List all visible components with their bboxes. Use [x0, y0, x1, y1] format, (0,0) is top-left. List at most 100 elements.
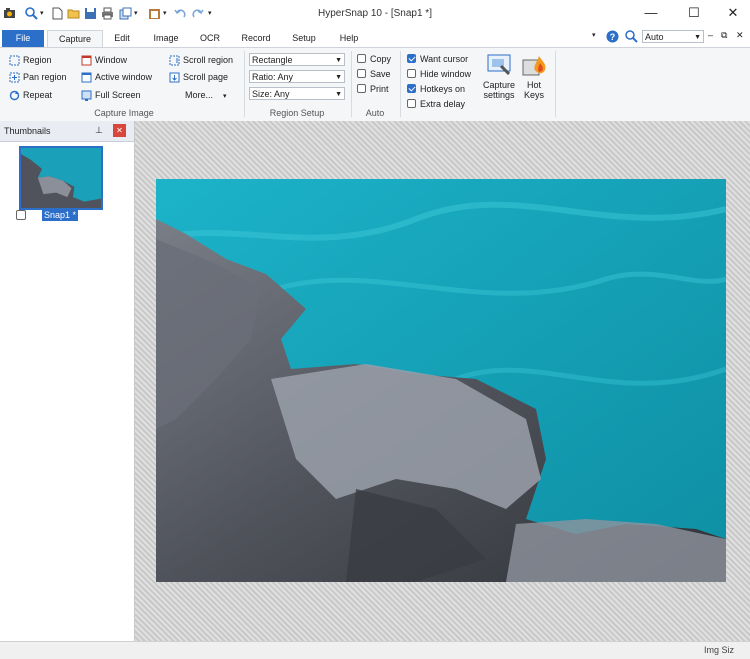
region-button[interactable]: Region — [9, 53, 52, 67]
active-window-icon — [81, 72, 92, 83]
region-shape-select[interactable]: Rectangle ▼ — [249, 53, 345, 66]
chevron-down-icon: ▼ — [335, 57, 342, 64]
help-icon[interactable]: ? — [606, 30, 619, 45]
window-button[interactable]: Window — [81, 53, 127, 67]
capture-settings-button[interactable]: Capture settings — [479, 52, 519, 100]
checkbox-box — [357, 69, 366, 79]
region-icon — [9, 55, 20, 66]
image-canvas-area[interactable] — [135, 121, 750, 641]
group-label-auto: Auto — [365, 108, 385, 118]
full-screen-button[interactable]: Full Screen — [81, 88, 141, 102]
tab-capture[interactable]: Capture — [47, 30, 103, 48]
tab-file[interactable]: File — [2, 30, 44, 47]
group-separator — [555, 51, 556, 117]
mdi-restore-button[interactable]: ⧉ — [721, 30, 727, 41]
repeat-label: Repeat — [23, 90, 53, 100]
chevron-down-icon[interactable]: ▾ — [592, 31, 596, 39]
thumbnails-title: Thumbnails — [4, 126, 51, 136]
more-label: More... — [185, 90, 214, 100]
group-separator — [351, 51, 352, 117]
zoom-select[interactable]: Auto ▼ — [642, 30, 704, 43]
zoom-icon[interactable] — [625, 30, 638, 45]
hot-keys-label: Hot Keys — [523, 80, 544, 100]
mdi-close-button[interactable]: ✕ — [736, 30, 744, 41]
ratio-value: Ratio: Any — [252, 72, 294, 82]
auto-print-checkbox[interactable]: Print — [357, 83, 389, 96]
scroll-region-icon — [169, 55, 180, 66]
thumbnail-image — [21, 148, 101, 208]
active-window-button[interactable]: Active window — [81, 70, 152, 84]
maximize-button[interactable]: ☐ — [683, 4, 705, 22]
extra-delay-checkbox[interactable]: Extra delay — [407, 98, 465, 111]
checkbox-box — [357, 84, 366, 94]
ratio-select[interactable]: Ratio: Any ▼ — [249, 70, 345, 83]
chevron-down-icon: ▼ — [335, 74, 342, 81]
region-shape-value: Rectangle — [252, 55, 293, 65]
hot-keys-button[interactable]: Hot Keys — [518, 52, 550, 100]
auto-copy-label: Copy — [370, 54, 392, 64]
pan-region-icon — [9, 72, 20, 83]
group-label-capture-image: Capture Image — [94, 108, 154, 118]
window-title: HyperSnap 10 - [Snap1 *] — [318, 8, 432, 19]
close-panel-button[interactable]: ✕ — [113, 124, 126, 137]
tab-image[interactable]: Image — [144, 30, 188, 47]
checkbox-box — [16, 209, 26, 220]
thumbnails-panel: Thumbnails ⊥ ✕ Snap1 * — [0, 121, 135, 641]
auto-copy-checkbox[interactable]: Copy — [357, 53, 391, 66]
hide-window-label: Hide window — [420, 69, 472, 79]
title-bar: ▾ ▾ ▾ ▾ HyperSnap 10 - [Snap1 *] — ☐ ✕ — [0, 0, 750, 28]
pan-region-button[interactable]: Pan region — [9, 70, 67, 84]
ribbon-tabs: File Capture Edit Image OCR Record Setup… — [0, 28, 750, 48]
extra-delay-label: Extra delay — [420, 99, 466, 109]
region-label: Region — [23, 55, 52, 65]
want-cursor-checkbox[interactable]: Want cursor — [407, 53, 468, 66]
size-value: Size: Any — [252, 89, 290, 99]
auto-save-checkbox[interactable]: Save — [357, 68, 391, 81]
auto-print-label: Print — [370, 84, 389, 94]
checkbox-box — [407, 99, 416, 109]
checkbox-box — [357, 54, 366, 64]
tab-edit[interactable]: Edit — [104, 30, 140, 47]
chevron-down-icon: ▼ — [335, 91, 342, 98]
image-size-status: Img Siz — [704, 645, 735, 655]
checkbox-checked — [407, 84, 416, 94]
hotkeys-on-checkbox[interactable]: Hotkeys on — [407, 83, 465, 96]
group-separator — [400, 51, 401, 117]
tab-help[interactable]: Help — [330, 30, 368, 47]
status-bar: Img Siz — [0, 641, 750, 659]
auto-save-label: Save — [370, 69, 391, 79]
hotkeys-on-label: Hotkeys on — [420, 84, 466, 94]
window-icon — [81, 55, 92, 66]
scroll-page-button[interactable]: Scroll page — [169, 70, 228, 84]
scroll-region-button[interactable]: Scroll region — [169, 53, 233, 67]
tab-ocr[interactable]: OCR — [192, 30, 228, 47]
minimize-button[interactable]: — — [640, 4, 662, 22]
svg-text:?: ? — [610, 32, 616, 42]
hot-keys-icon — [521, 56, 547, 80]
checkbox-checked — [407, 54, 416, 64]
pan-region-label: Pan region — [23, 72, 67, 82]
mdi-minimize-button[interactable]: – — [708, 30, 713, 40]
want-cursor-label: Want cursor — [420, 54, 469, 64]
capture-settings-icon — [485, 54, 513, 80]
close-button[interactable]: ✕ — [722, 4, 744, 22]
hide-window-checkbox[interactable]: Hide window — [407, 68, 471, 81]
tab-record[interactable]: Record — [233, 30, 279, 47]
chevron-down-icon: ▾ — [223, 93, 227, 100]
active-window-label: Active window — [95, 72, 153, 82]
scroll-region-label: Scroll region — [183, 55, 234, 65]
thumbnail-item[interactable] — [19, 146, 103, 210]
scroll-page-icon — [169, 72, 180, 83]
snapshot-image[interactable] — [156, 179, 726, 582]
repeat-button[interactable]: Repeat — [9, 88, 52, 102]
thumbnail-checkbox[interactable] — [16, 209, 26, 221]
pin-icon[interactable]: ⊥ — [95, 125, 103, 136]
thumbnail-label[interactable]: Snap1 * — [42, 209, 79, 221]
group-label-region-setup: Region Setup — [269, 108, 325, 118]
more-button[interactable]: More... ▾ — [185, 88, 227, 102]
group-separator — [244, 51, 245, 117]
size-select[interactable]: Size: Any ▼ — [249, 87, 345, 100]
tab-setup[interactable]: Setup — [283, 30, 325, 47]
ribbon: Region Pan region Repeat Window Active w… — [0, 47, 750, 122]
repeat-icon — [9, 90, 20, 101]
